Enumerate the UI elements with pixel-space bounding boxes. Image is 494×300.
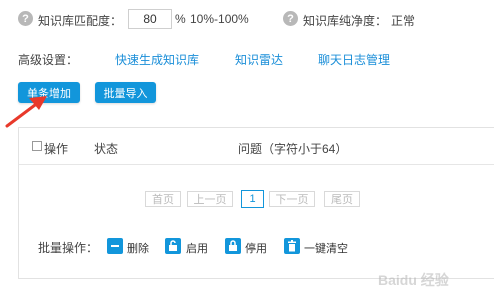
trash-icon[interactable]	[284, 238, 300, 254]
percent-unit: %	[175, 12, 186, 26]
match-range-text: 10%-100%	[190, 12, 249, 26]
lock-icon[interactable]	[225, 238, 241, 254]
column-operation: 操作	[44, 142, 69, 156]
minus-icon[interactable]	[107, 238, 123, 254]
advanced-settings-label: 高级设置：	[18, 53, 79, 67]
unlock-icon[interactable]	[165, 238, 181, 254]
batch-import-button[interactable]: 批量导入	[95, 82, 156, 103]
purity-label: 知识库纯净度：	[303, 14, 388, 28]
match-degree-label: 知识库匹配度：	[38, 14, 123, 28]
match-degree-input[interactable]	[128, 9, 172, 29]
knowledge-radar-link[interactable]: 知识雷达	[235, 51, 283, 68]
help-icon[interactable]: ?	[18, 11, 33, 26]
last-page-button[interactable]: 尾页	[324, 191, 360, 207]
select-all-checkbox[interactable]	[32, 141, 42, 151]
next-page-button[interactable]: 下一页	[269, 191, 315, 207]
table-header-divider	[19, 164, 494, 165]
chat-log-link[interactable]: 聊天日志管理	[318, 51, 390, 68]
help-icon[interactable]: ?	[283, 11, 298, 26]
purity-value: 正常	[391, 14, 416, 28]
bulk-operations-label: 批量操作：	[38, 241, 99, 255]
column-status: 状态	[94, 142, 119, 156]
column-question: 问题（字符小于64）	[238, 142, 348, 156]
delete-label[interactable]: 删除	[127, 240, 149, 256]
current-page[interactable]: 1	[241, 190, 264, 208]
clear-all-label[interactable]: 一键清空	[304, 240, 348, 256]
disable-label[interactable]: 停用	[245, 240, 267, 256]
enable-label[interactable]: 启用	[186, 240, 208, 256]
prev-page-button[interactable]: 上一页	[187, 191, 233, 207]
red-arrow-icon	[5, 96, 47, 128]
baidu-watermark: Baidu 经验	[378, 272, 449, 288]
quick-generate-link[interactable]: 快速生成知识库	[115, 51, 199, 68]
first-page-button[interactable]: 首页	[145, 191, 181, 207]
